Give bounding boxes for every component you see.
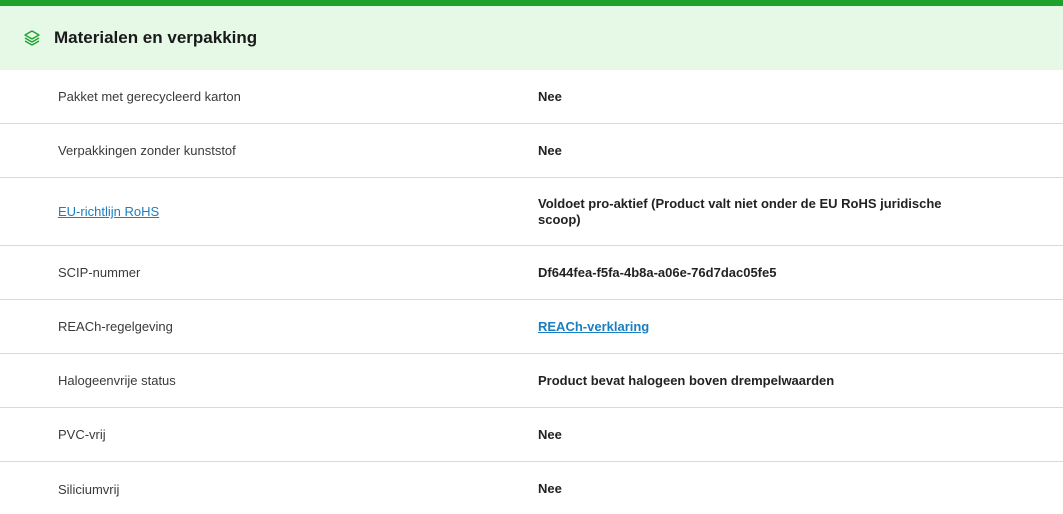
section-title: Materialen en verpakking — [54, 28, 258, 47]
table-row: EU-richtlijn RoHS Voldoet pro-aktief (Pr… — [0, 178, 1063, 246]
row-value: Product bevat halogeen boven drempelwaar… — [538, 372, 835, 388]
row-label: Halogeenvrije status — [58, 373, 176, 388]
row-label: PVC-vrij — [58, 427, 106, 442]
row-value: Nee — [538, 481, 562, 496]
row-value: Df644fea-f5fa-4b8a-a06e-76d7dac05fe5 — [538, 264, 777, 280]
row-label: Siliciumvrij — [58, 481, 120, 497]
table-row: Verpakkingen zonder kunststof Nee — [0, 124, 1063, 178]
table-row: PVC-vrij Nee — [0, 408, 1063, 462]
reach-declaration-link[interactable]: REACh-verklaring — [538, 319, 649, 334]
row-label: Pakket met gerecycleerd karton — [58, 89, 241, 104]
layers-icon — [22, 28, 42, 48]
table-row: Siliciumvrij Nee — [0, 462, 1063, 514]
table-row: SCIP-nummer Df644fea-f5fa-4b8a-a06e-76d7… — [0, 246, 1063, 300]
table-row: REACh-regelgeving REACh-verklaring — [0, 300, 1063, 354]
row-label: SCIP-nummer — [58, 265, 141, 280]
materials-packaging-panel: Materialen en verpakking Pakket met gere… — [0, 0, 1063, 514]
section-header[interactable]: Materialen en verpakking — [0, 6, 1063, 70]
row-value: Nee — [538, 426, 562, 442]
row-value: Nee — [538, 142, 562, 158]
table-row: Halogeenvrije status Product bevat halog… — [0, 354, 1063, 408]
rohs-link[interactable]: EU-richtlijn RoHS — [58, 204, 159, 219]
table-row: Pakket met gerecycleerd karton Nee — [0, 70, 1063, 124]
row-label: REACh-regelgeving — [58, 319, 173, 334]
row-label: Verpakkingen zonder kunststof — [58, 143, 236, 158]
row-value: Nee — [538, 88, 562, 104]
attributes-table: Pakket met gerecycleerd karton Nee Verpa… — [0, 70, 1063, 514]
row-value: Voldoet pro-aktief (Product valt niet on… — [538, 195, 942, 227]
